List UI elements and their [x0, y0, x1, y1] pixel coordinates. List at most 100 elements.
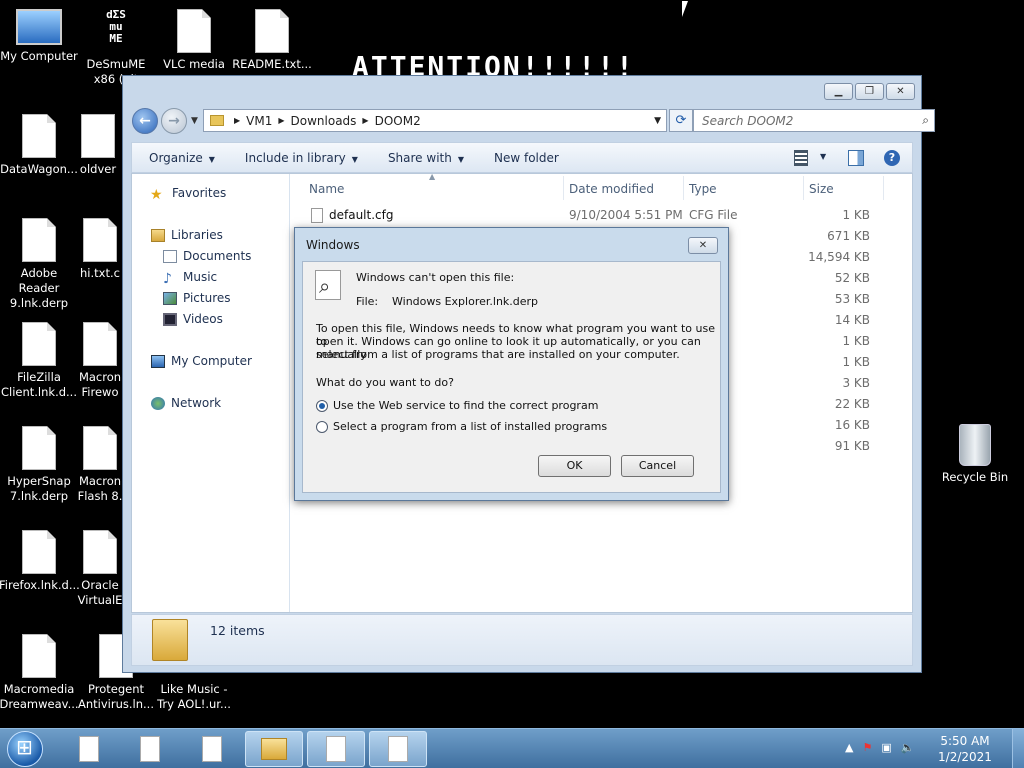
desktop-icon-filezilla[interactable]: FileZilla Client.lnk.d... [0, 322, 79, 400]
include-in-library-button[interactable]: Include in library ▼ [245, 151, 358, 165]
desktop-icon-my-computer[interactable]: My Computer [0, 9, 79, 64]
new-folder-button[interactable]: New folder [494, 151, 559, 165]
address-bar[interactable]: ▶ VM1 ▶ Downloads ▶ DOOM2 ▼ [203, 109, 667, 132]
ok-button[interactable]: OK [538, 455, 611, 477]
dialog-close-button[interactable]: ✕ [688, 237, 718, 254]
desktop-icon-readme[interactable]: README.txt... [232, 9, 312, 72]
document-icon [83, 218, 117, 262]
start-button[interactable] [7, 731, 43, 767]
cancel-button[interactable]: Cancel [621, 455, 694, 477]
search-input[interactable]: Search DOOM2 ⌕ [693, 109, 935, 132]
option-web-service[interactable]: Use the Web service to find the correct … [316, 399, 598, 412]
chevron-down-icon[interactable]: ▼ [820, 152, 826, 168]
file-size: 1 KB [842, 355, 870, 369]
back-button[interactable]: ← [132, 108, 158, 134]
desktop-icon-hypersnap[interactable]: HyperSnap 7.lnk.derp [0, 426, 79, 504]
file-size: 3 KB [842, 376, 870, 390]
document-icon [83, 530, 117, 574]
share-with-button[interactable]: Share with ▼ [388, 151, 464, 165]
refresh-button[interactable]: ⟳ [669, 109, 693, 132]
nav-label: Pictures [183, 291, 231, 305]
taskbar-item-explorer[interactable] [245, 731, 303, 767]
taskbar-item[interactable] [121, 731, 179, 767]
column-header-name[interactable]: Name [309, 182, 344, 196]
desktop-icon-datawagon[interactable]: DataWagon... [0, 114, 79, 177]
column-header-size[interactable]: Size [809, 182, 834, 196]
desktop-icon-label: oldver [79, 162, 117, 176]
taskbar-item[interactable] [183, 731, 241, 767]
desktop-icon-macromedia-flash[interactable]: Macron Flash 8. [76, 426, 124, 504]
view-options-icon[interactable] [794, 150, 808, 166]
breadcrumb-vm1[interactable]: VM1 [246, 114, 272, 128]
desktop-icon-hi-txt[interactable]: hi.txt.c [76, 218, 124, 281]
file-row[interactable]: default.cfg 9/10/2004 5:51 PM CFG File 1… [291, 205, 912, 226]
file-size: 22 KB [834, 397, 870, 411]
column-header-date[interactable]: Date modified [569, 182, 654, 196]
forward-button[interactable]: → [161, 108, 187, 134]
nav-label: Favorites [172, 186, 227, 200]
radio-selected[interactable] [316, 399, 328, 412]
nav-documents[interactable]: Documents [163, 249, 251, 263]
search-icon[interactable]: ⌕ [922, 113, 929, 128]
nav-network[interactable]: Network [151, 396, 221, 410]
nav-favorites[interactable]: ★ Favorites [150, 186, 227, 203]
file-size: 52 KB [834, 271, 870, 285]
chevron-right-icon: ▶ [362, 116, 369, 125]
close-button[interactable]: ✕ [886, 83, 915, 100]
desktop-icon-label: Macron Firewo [78, 370, 122, 399]
column-header-type[interactable]: Type [689, 182, 717, 196]
desktop-icon-oracle-virtualbox[interactable]: Oracle VirtualE [76, 530, 124, 608]
pictures-icon [163, 291, 177, 305]
minimize-button[interactable]: ▁ [824, 83, 853, 100]
recent-pages-dropdown[interactable]: ▼ [191, 116, 198, 126]
organize-button[interactable]: Organize ▼ [149, 151, 215, 165]
recycle-bin-icon [959, 424, 991, 466]
nav-my-computer[interactable]: My Computer [151, 354, 252, 368]
chevron-down-icon: ▼ [351, 154, 358, 164]
nav-pictures[interactable]: Pictures [163, 291, 231, 305]
network-icon[interactable]: ▣ [881, 741, 891, 754]
file-type: CFG File [689, 208, 738, 222]
desktop-icon-macromedia-fireworks[interactable]: Macron Firewo [76, 322, 124, 400]
organize-label: Organize [149, 150, 203, 165]
show-desktop-button[interactable] [1012, 729, 1024, 768]
desktop-icon-adobe-reader[interactable]: Adobe Reader 9.lnk.derp [0, 218, 79, 311]
taskbar-item[interactable] [369, 731, 427, 767]
item-count: 12 items [210, 623, 265, 638]
taskbar-item[interactable] [307, 731, 365, 767]
radio-unselected[interactable] [316, 420, 328, 433]
desktop-icon-dreamweaver[interactable]: Macromedia Dreamweav... [0, 634, 79, 712]
clock[interactable]: 5:50 AM 1/2/2021 [930, 733, 1000, 765]
breadcrumb-downloads[interactable]: Downloads [291, 114, 357, 128]
volume-icon[interactable]: 🔈 [901, 741, 915, 754]
file-icon [311, 208, 323, 223]
desktop-icon-vlc[interactable]: VLC media [154, 9, 234, 72]
maximize-button[interactable]: ❐ [855, 83, 884, 100]
nav-libraries[interactable]: Libraries [151, 228, 223, 242]
taskbar-item[interactable] [60, 731, 118, 767]
nav-music[interactable]: ♪ Music [163, 270, 217, 287]
file-date: 9/10/2004 5:51 PM [569, 208, 683, 222]
file-name: default.cfg [329, 208, 394, 222]
document-icon [22, 530, 56, 574]
taskbar: ▲ ⚑ ▣ 🔈 5:50 AM 1/2/2021 [0, 728, 1024, 768]
document-icon [79, 736, 99, 762]
option-installed-programs[interactable]: Select a program from a list of installe… [316, 420, 607, 433]
documents-icon [163, 249, 177, 263]
help-icon[interactable]: ? [884, 150, 900, 166]
desktop-icon-firefox[interactable]: Firefox.lnk.d... [0, 530, 80, 593]
desktop-icon-oldver[interactable]: oldver [72, 114, 124, 177]
chevron-down-icon[interactable]: ▼ [654, 116, 661, 126]
desktop-icon-label: VLC media [163, 57, 225, 71]
action-center-icon[interactable]: ⚑ [862, 741, 872, 754]
show-hidden-icons-icon[interactable]: ▲ [845, 741, 853, 754]
nav-videos[interactable]: Videos [163, 312, 223, 326]
breadcrumb-doom2[interactable]: DOOM2 [375, 114, 421, 128]
document-icon [202, 736, 222, 762]
details-pane: 12 items [131, 614, 913, 666]
preview-pane-icon[interactable] [848, 150, 864, 166]
desktop-icon-recycle-bin[interactable]: Recycle Bin [935, 424, 1015, 485]
network-icon [151, 396, 165, 410]
file-size: 16 KB [834, 418, 870, 432]
include-in-library-label: Include in library [244, 150, 346, 165]
